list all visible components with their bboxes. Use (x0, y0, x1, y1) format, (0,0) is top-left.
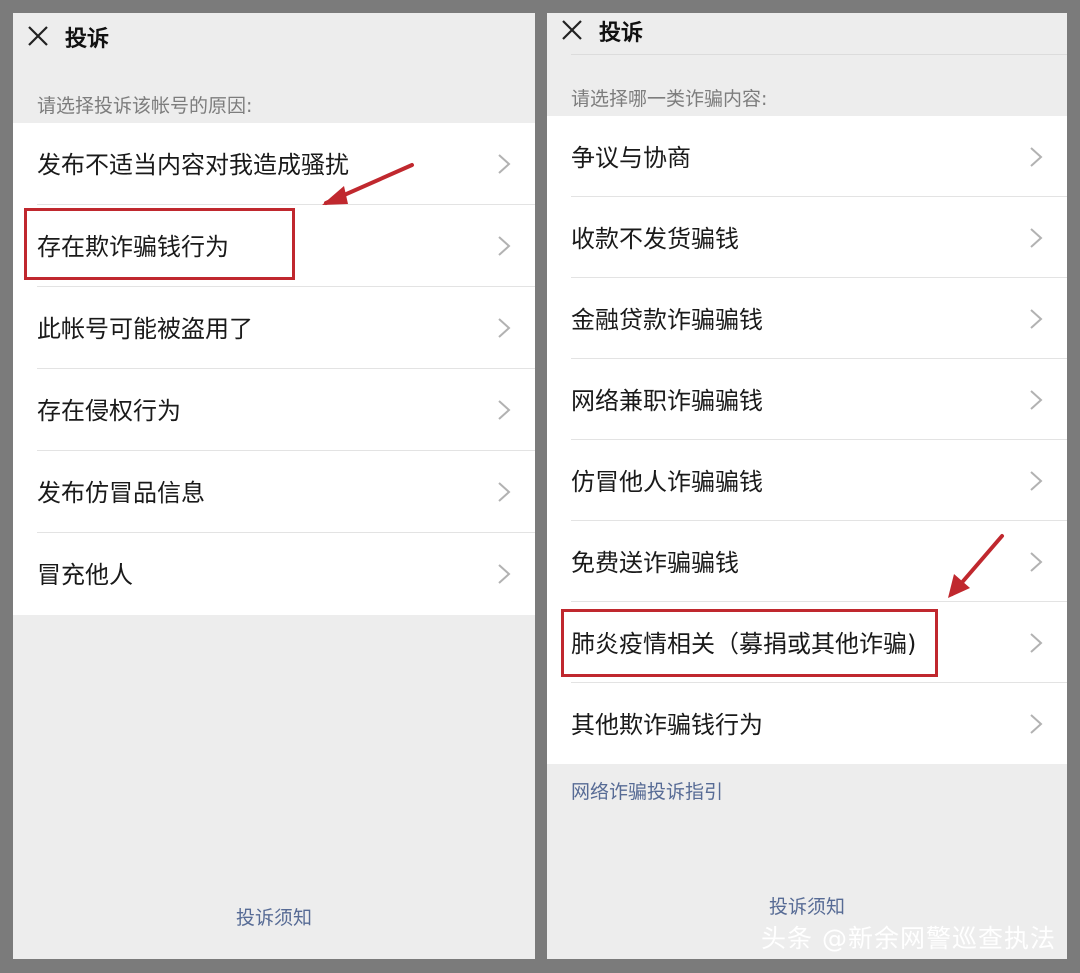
red-arrow-icon (948, 534, 1004, 598)
section-hint: 请选择投诉该帐号的原因: (37, 95, 253, 117)
list-item[interactable]: 发布仿冒品信息 (13, 451, 535, 533)
highlight-box (24, 208, 295, 280)
fraud-guide-link[interactable]: 网络诈骗投诉指引 (571, 777, 723, 804)
list-item-label: 发布不适当内容对我造成骚扰 (37, 151, 349, 179)
chevron-right-icon (1030, 714, 1043, 734)
right-screen: 投诉 请选择哪一类诈骗内容: 争议与协商 收款不发货骗钱 金融贷款诈骗骗钱 网络… (547, 13, 1067, 959)
list-item[interactable]: 发布不适当内容对我造成骚扰 (13, 123, 535, 205)
list-item-label: 存在侵权行为 (37, 397, 181, 425)
close-icon[interactable] (561, 19, 583, 41)
page-title: 投诉 (65, 27, 110, 52)
list-item[interactable]: 此帐号可能被盗用了 (13, 287, 535, 369)
complaint-notice-link[interactable]: 投诉须知 (13, 903, 535, 930)
chevron-right-icon (1030, 309, 1043, 329)
close-icon[interactable] (27, 25, 49, 47)
list-item[interactable]: 收款不发货骗钱 (547, 197, 1067, 278)
chevron-right-icon (1030, 633, 1043, 653)
chevron-right-icon (498, 482, 511, 502)
red-arrow-icon (322, 163, 414, 205)
list-item[interactable]: 金融贷款诈骗骗钱 (547, 278, 1067, 359)
complaint-notice-link[interactable]: 投诉须知 (547, 892, 1067, 919)
left-screen: 投诉 请选择投诉该帐号的原因: 发布不适当内容对我造成骚扰 存在欺诈骗钱行为 此… (13, 13, 535, 959)
chevron-right-icon (1030, 390, 1043, 410)
chevron-right-icon (1030, 552, 1043, 572)
list-item-label: 此帐号可能被盗用了 (37, 315, 253, 343)
list-item-label: 发布仿冒品信息 (37, 479, 205, 507)
divider (571, 54, 1067, 55)
list-item-label: 仿冒他人诈骗骗钱 (571, 468, 763, 496)
reason-list: 发布不适当内容对我造成骚扰 存在欺诈骗钱行为 此帐号可能被盗用了 存在侵权行为 … (13, 123, 535, 615)
list-item[interactable]: 其他欺诈骗钱行为 (547, 683, 1067, 764)
list-item-label: 冒充他人 (37, 561, 133, 589)
chevron-right-icon (498, 400, 511, 420)
list-item-label: 免费送诈骗骗钱 (571, 549, 739, 577)
list-item-label: 其他欺诈骗钱行为 (571, 711, 763, 739)
section-hint: 请选择哪一类诈骗内容: (571, 88, 768, 110)
chevron-right-icon (498, 236, 511, 256)
list-item[interactable]: 仿冒他人诈骗骗钱 (547, 440, 1067, 521)
chevron-right-icon (498, 564, 511, 584)
chevron-right-icon (1030, 228, 1043, 248)
list-item-label: 争议与协商 (571, 144, 691, 172)
list-item-label: 金融贷款诈骗骗钱 (571, 306, 763, 334)
list-item-label: 收款不发货骗钱 (571, 225, 739, 253)
highlight-box (561, 609, 938, 677)
list-item[interactable]: 争议与协商 (547, 116, 1067, 197)
list-item-label: 网络兼职诈骗骗钱 (571, 387, 763, 415)
list-item[interactable]: 网络兼职诈骗骗钱 (547, 359, 1067, 440)
chevron-right-icon (498, 154, 511, 174)
chevron-right-icon (498, 318, 511, 338)
title-bar: 投诉 (13, 13, 535, 61)
chevron-right-icon (1030, 147, 1043, 167)
list-item[interactable]: 冒充他人 (13, 533, 535, 615)
list-item[interactable]: 存在侵权行为 (13, 369, 535, 451)
chevron-right-icon (1030, 471, 1043, 491)
watermark: 头条 @新余网警巡查执法 (761, 924, 1056, 953)
page-title: 投诉 (599, 21, 644, 46)
